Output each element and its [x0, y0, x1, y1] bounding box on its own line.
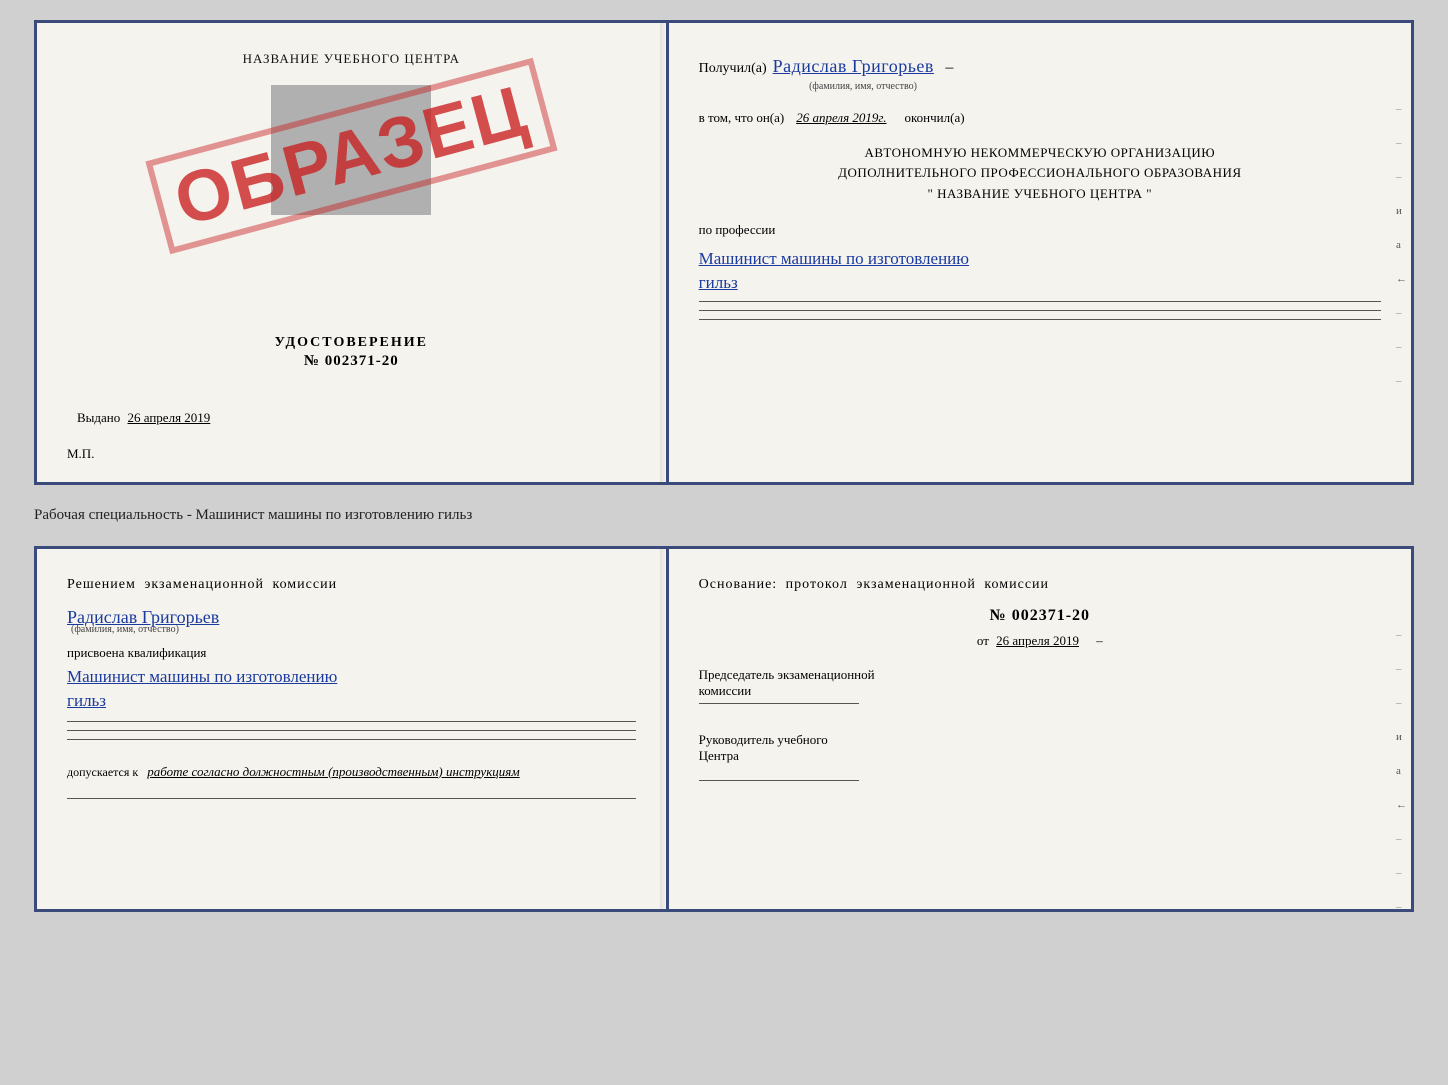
side-mark: –	[1396, 341, 1407, 353]
org-line3: " НАЗВАНИЕ УЧЕБНОГО ЦЕНТРА "	[699, 184, 1381, 205]
divider1	[699, 301, 1381, 302]
side-mark: –	[1396, 697, 1407, 709]
bottom-certificate-pair: Решением экзаменационной комиссии Радисл…	[34, 546, 1414, 912]
predsedatel-block: Председатель экзаменационной комиссии	[699, 667, 1381, 704]
osnov-block: Основание: протокол экзаменационной коми…	[699, 577, 1381, 781]
bottom-person-name-block: Радислав Григорьев (фамилия, имя, отчест…	[67, 607, 636, 635]
side-mark: –	[1396, 629, 1407, 641]
top-certificate-pair: НАЗВАНИЕ УЧЕБНОГО ЦЕНТРА УДОСТОВЕРЕНИЕ №…	[34, 20, 1414, 485]
side-mark: и	[1396, 205, 1407, 217]
resheniye-title: Решением экзаменационной комиссии	[67, 577, 636, 593]
poluchil-name: Радислав Григорьев	[773, 56, 934, 76]
prisvoena-line: присвоена квалификация	[67, 645, 636, 661]
org-block: АВТОНОМНУЮ НЕКОММЕРЧЕСКУЮ ОРГАНИЗАЦИЮ ДО…	[699, 143, 1381, 205]
prof-line1: Машинист машины по изготовлению	[699, 249, 969, 268]
rukovoditel-signature	[699, 780, 859, 781]
fio-hint-top: (фамилия, имя, отчество)	[773, 78, 954, 95]
rukovoditel-line1: Руководитель учебного	[699, 732, 1381, 748]
resheniye-block: Решением экзаменационной комиссии Радисл…	[67, 577, 636, 799]
side-mark: ←	[1396, 273, 1407, 285]
separator-label: Рабочая специальность - Машинист машины …	[34, 503, 1414, 528]
side-mark: а	[1396, 239, 1407, 251]
bottom-left-page: Решением экзаменационной комиссии Радисл…	[37, 549, 669, 909]
side-mark: и	[1396, 731, 1407, 743]
prof-line2: гильз	[699, 273, 738, 292]
proto-date-value: 26 апреля 2019	[996, 633, 1079, 648]
top-left-page: НАЗВАНИЕ УЧЕБНОГО ЦЕНТРА УДОСТОВЕРЕНИЕ №…	[37, 23, 669, 482]
org-center: НАЗВАНИЕ УЧЕБНОГО ЦЕНТРА	[937, 186, 1142, 201]
divider3	[699, 319, 1381, 320]
udost-number: № 002371-20	[67, 353, 636, 370]
bottom-divider1	[67, 721, 636, 722]
rukovoditel-block: Руководитель учебного Центра	[699, 732, 1381, 781]
poluchil-dash: –	[945, 59, 953, 76]
side-mark: –	[1396, 867, 1407, 879]
udost-label: УДОСТОВЕРЕНИЕ	[67, 335, 636, 351]
side-mark: –	[1396, 137, 1407, 149]
proto-date-prefix: от	[977, 633, 989, 648]
side-marks-bottom-right: – – – и а ← – – –	[1396, 629, 1407, 913]
predsedatel-line1: Председатель экзаменационной	[699, 667, 1381, 683]
side-mark: –	[1396, 833, 1407, 845]
okonchill: окончил(а)	[905, 107, 965, 129]
predsedatel-line2: комиссии	[699, 683, 1381, 699]
poluchil-prefix: Получил(а)	[699, 57, 767, 81]
side-mark: –	[1396, 171, 1407, 183]
fio-hint-bottom: (фамилия, имя, отчество)	[71, 624, 636, 635]
poluchil-name-block: Радислав Григорьев – (фамилия, имя, отче…	[773, 51, 954, 95]
vydano-line: Выдано 26 апреля 2019	[67, 410, 636, 426]
vtom-date: 26 апреля 2019г.	[796, 107, 886, 129]
org-line2: ДОПОЛНИТЕЛЬНОГО ПРОФЕССИОНАЛЬНОГО ОБРАЗО…	[699, 163, 1381, 184]
top-right-page: Получил(а) Радислав Григорьев – (фамилия…	[669, 23, 1411, 482]
side-mark: –	[1396, 663, 1407, 675]
photo-placeholder	[271, 85, 431, 215]
osnov-title: Основание: протокол экзаменационной коми…	[699, 577, 1381, 593]
udostoverenie-block: УДОСТОВЕРЕНИЕ № 002371-20	[67, 335, 636, 370]
org-quote1: "	[928, 186, 934, 201]
proto-number: № 002371-20	[699, 607, 1381, 625]
po-professii: по профессии	[699, 219, 1381, 241]
bottom-divider4	[67, 798, 636, 799]
vtom-prefix: в том, что он(а)	[699, 107, 785, 129]
prof-name: Машинист машины по изготовлению гильз	[699, 247, 1381, 295]
bottom-divider2	[67, 730, 636, 731]
poluchil-line: Получил(а) Радислав Григорьев – (фамилия…	[699, 51, 1381, 95]
kvalif-name: Машинист машины по изготовлению гильз	[67, 665, 636, 713]
side-mark: –	[1396, 901, 1407, 913]
bottom-divider3	[67, 739, 636, 740]
org-quote2: "	[1146, 186, 1152, 201]
vydano-prefix: Выдано	[77, 410, 120, 425]
side-mark: –	[1396, 375, 1407, 387]
dopusk-text: работе согласно должностным (производств…	[147, 764, 519, 779]
right-content: Получил(а) Радислав Григорьев – (фамилия…	[699, 51, 1381, 320]
side-mark: –	[1396, 307, 1407, 319]
dopusk-prefix: допускается к	[67, 765, 138, 779]
side-mark: –	[1396, 103, 1407, 115]
top-left-title: НАЗВАНИЕ УЧЕБНОГО ЦЕНТРА	[67, 51, 636, 67]
vydano-date: 26 апреля 2019	[128, 410, 211, 425]
org-line1: АВТОНОМНУЮ НЕКОММЕРЧЕСКУЮ ОРГАНИЗАЦИЮ	[699, 143, 1381, 164]
proto-date: от 26 апреля 2019 –	[699, 633, 1381, 649]
side-mark: а	[1396, 765, 1407, 777]
rukovoditel-line2: Центра	[699, 748, 1381, 764]
bottom-right-page: Основание: протокол экзаменационной коми…	[669, 549, 1411, 909]
mp-line: М.П.	[67, 446, 636, 462]
predsedatel-signature	[699, 703, 859, 704]
dopuskaetsya-line: допускается к работе согласно должностны…	[67, 764, 636, 780]
divider2	[699, 310, 1381, 311]
kvalif-line1: Машинист машины по изготовлению	[67, 667, 337, 686]
side-marks-top-right: – – – и а ← – – –	[1396, 103, 1407, 387]
side-mark: ←	[1396, 799, 1407, 811]
kvalif-line2: гильз	[67, 691, 106, 710]
vtom-line: в том, что он(а) 26 апреля 2019г. окончи…	[699, 107, 1381, 129]
proto-date-dash: –	[1096, 633, 1103, 648]
